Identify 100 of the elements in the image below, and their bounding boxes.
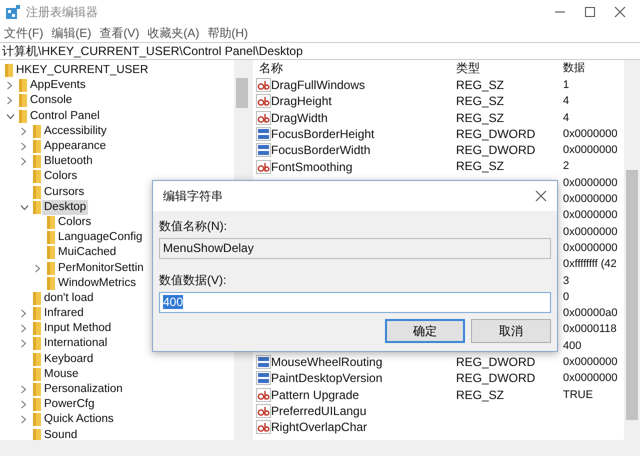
close-icon[interactable] bbox=[535, 190, 547, 202]
menu-item[interactable]: 帮助(H) bbox=[203, 24, 252, 42]
tree-item[interactable]: Appearance bbox=[42, 139, 108, 154]
value-name[interactable]: DragFullWindows bbox=[271, 77, 366, 94]
tree-item[interactable]: Desktop bbox=[42, 200, 88, 215]
folder-icon bbox=[32, 383, 42, 396]
folder-icon bbox=[32, 155, 42, 168]
folder-icon bbox=[32, 322, 42, 336]
tree-item[interactable]: Sound bbox=[42, 428, 80, 440]
chevron-right-icon[interactable] bbox=[20, 157, 27, 166]
binary-value-icon bbox=[256, 143, 271, 158]
tree-item[interactable]: Infrared bbox=[42, 306, 86, 322]
tree-item[interactable]: PerMonitorSettin bbox=[56, 260, 146, 276]
value-type: REG_DWORD bbox=[456, 355, 536, 370]
value-type: REG_SZ bbox=[456, 388, 504, 402]
tree-item[interactable]: Personalization bbox=[42, 382, 125, 398]
string-value-icon bbox=[256, 110, 271, 125]
value-data: 3 bbox=[563, 274, 570, 287]
value-type: REG_SZ bbox=[456, 159, 504, 174]
chevron-right-icon[interactable] bbox=[6, 96, 13, 106]
tree-item[interactable]: HKEY_CURRENT_USER bbox=[14, 63, 150, 78]
menu-item[interactable]: 文件(F) bbox=[0, 24, 48, 42]
folder-icon bbox=[32, 140, 42, 154]
value-name[interactable]: FontSmoothing bbox=[271, 158, 352, 175]
value-name[interactable]: RightOverlapChar bbox=[271, 419, 368, 436]
value-field[interactable]: 400 bbox=[159, 292, 551, 313]
value-type: REG_DWORD bbox=[456, 371, 536, 386]
tree-item[interactable]: Keyboard bbox=[42, 352, 96, 367]
scrollbar[interactable] bbox=[624, 60, 640, 440]
close-icon[interactable] bbox=[614, 6, 626, 18]
chevron-right-icon[interactable] bbox=[20, 324, 27, 334]
app-icon bbox=[6, 5, 20, 19]
chevron-right-icon[interactable] bbox=[20, 339, 27, 348]
folder-icon bbox=[46, 276, 56, 290]
tree-item[interactable]: Colors bbox=[42, 169, 80, 184]
tree-item[interactable]: WindowMetrics bbox=[56, 276, 138, 291]
column-header[interactable]: 名称 bbox=[256, 61, 283, 75]
value-type: REG_DWORD bbox=[456, 143, 536, 158]
string-value-icon bbox=[256, 388, 271, 402]
folder-icon bbox=[32, 200, 42, 214]
folder-icon bbox=[18, 110, 28, 123]
maximize-icon[interactable] bbox=[584, 6, 596, 18]
tree-item[interactable]: LanguageConfig bbox=[56, 230, 144, 246]
tree-item[interactable]: Cursors bbox=[42, 184, 86, 200]
column-header[interactable]: 数据 bbox=[563, 62, 585, 74]
value-name[interactable]: DragWidth bbox=[271, 110, 328, 126]
tree-item[interactable]: Accessibility bbox=[42, 124, 109, 139]
chevron-down-icon[interactable] bbox=[6, 112, 15, 120]
tree-item[interactable]: Bluetooth bbox=[42, 154, 95, 170]
chevron-right-icon[interactable] bbox=[20, 415, 27, 424]
value-name[interactable]: PaintDesktopVersion bbox=[271, 370, 382, 386]
binary-value-icon bbox=[256, 371, 271, 386]
value-type: REG_DWORD bbox=[456, 126, 536, 141]
menu-item[interactable]: 查看(V) bbox=[95, 24, 144, 42]
chevron-right-icon[interactable] bbox=[20, 400, 27, 410]
value-name[interactable]: FocusBorderHeight bbox=[271, 126, 374, 142]
value-name[interactable]: FocusBorderWidth bbox=[271, 142, 370, 158]
value-data: 0x0000118 bbox=[563, 323, 617, 336]
scrollbar[interactable] bbox=[0, 440, 250, 456]
chevron-right-icon[interactable] bbox=[20, 126, 27, 136]
chevron-right-icon[interactable] bbox=[20, 385, 27, 394]
value-data: 400 bbox=[563, 340, 582, 352]
value-data: 0xffffffff (42 bbox=[563, 258, 617, 270]
dialog-button[interactable]: 取消 bbox=[471, 319, 551, 343]
dialog-button[interactable]: 确定 bbox=[385, 319, 465, 343]
column-header[interactable]: 类型 bbox=[456, 61, 480, 75]
chevron-right-icon[interactable] bbox=[20, 142, 27, 152]
tree-item[interactable]: Colors bbox=[56, 214, 94, 230]
chevron-right-icon[interactable] bbox=[20, 309, 27, 318]
tree-item[interactable]: Control Panel bbox=[28, 108, 102, 124]
name-field[interactable]: MenuShowDelay bbox=[159, 238, 551, 259]
folder-icon bbox=[46, 246, 56, 260]
value-data: 0 bbox=[563, 290, 570, 303]
string-value-icon bbox=[256, 78, 271, 92]
address-bar[interactable]: 计算机\HKEY_CURRENT_USER\Control Panel\Desktop bbox=[2, 44, 303, 58]
tree-item[interactable]: AppEvents bbox=[28, 78, 88, 94]
chevron-right-icon[interactable] bbox=[6, 81, 13, 90]
tree-item[interactable]: MuiCached bbox=[56, 245, 118, 260]
folder-icon bbox=[32, 398, 42, 412]
value-name[interactable]: PreferredUILangu bbox=[271, 403, 366, 420]
value-name[interactable]: Pattern Upgrade bbox=[271, 386, 360, 403]
value-data: 2 bbox=[563, 160, 570, 172]
value-data: 4 bbox=[563, 112, 570, 124]
tree-item[interactable]: Console bbox=[28, 93, 74, 108]
tree-item[interactable]: Input Method bbox=[42, 321, 114, 336]
value-name[interactable]: DragHeight bbox=[271, 93, 332, 110]
string-value-icon bbox=[256, 404, 271, 418]
string-value-icon bbox=[256, 94, 271, 108]
tree-item[interactable]: Mouse bbox=[42, 366, 81, 382]
chevron-down-icon[interactable] bbox=[20, 204, 29, 211]
tree-item[interactable]: International bbox=[42, 336, 110, 352]
folder-icon bbox=[18, 79, 28, 92]
value-data: 0x0000000 bbox=[563, 226, 618, 238]
tree-item[interactable]: don't load bbox=[42, 290, 96, 306]
tree-item[interactable]: Quick Actions bbox=[42, 412, 116, 428]
menu-item[interactable]: 收藏夹(A) bbox=[143, 24, 204, 42]
value-name[interactable]: MouseWheelRouting bbox=[271, 354, 382, 370]
tree-item[interactable]: PowerCfg bbox=[42, 397, 96, 412]
chevron-right-icon[interactable] bbox=[34, 264, 41, 273]
menu-item[interactable]: 编辑(E) bbox=[47, 24, 96, 42]
